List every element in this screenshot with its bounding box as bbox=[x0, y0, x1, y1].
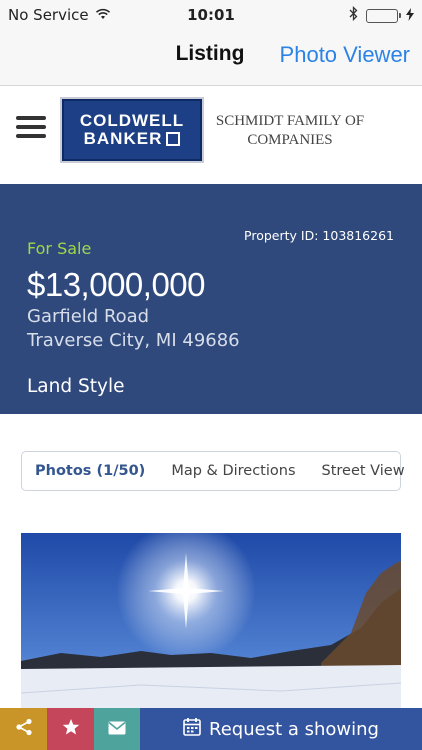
share-button[interactable] bbox=[0, 708, 47, 750]
logo-line-1: COLDWELL bbox=[79, 111, 185, 130]
email-button[interactable] bbox=[94, 708, 140, 750]
tab-photos[interactable]: Photos (1/50) bbox=[22, 452, 158, 490]
status-right bbox=[349, 5, 414, 25]
street-address: Garfield Road bbox=[27, 306, 150, 327]
status-bar: No Service 10:01 bbox=[0, 0, 422, 30]
star-icon bbox=[62, 718, 80, 740]
logo-mark-icon bbox=[166, 132, 181, 146]
share-icon bbox=[15, 718, 33, 740]
favorite-button[interactable] bbox=[47, 708, 94, 750]
request-showing-label: Request a showing bbox=[209, 718, 379, 740]
tab-street-view[interactable]: Street View bbox=[309, 452, 418, 490]
property-id: Property ID: 103816261 bbox=[244, 228, 394, 243]
charging-icon bbox=[406, 7, 414, 25]
site-header: COLDWELL BANKER SCHMIDT FAMILY OF COMPAN… bbox=[0, 86, 422, 184]
photo-viewer-button[interactable]: Photo Viewer bbox=[280, 42, 410, 68]
request-showing-button[interactable]: Request a showing bbox=[140, 708, 422, 750]
calendar-icon bbox=[183, 717, 201, 741]
city-state-zip: Traverse City, MI 49686 bbox=[27, 330, 240, 351]
listing-hero: Property ID: 103816261 For Sale $13,000,… bbox=[0, 184, 422, 414]
hamburger-icon[interactable] bbox=[16, 116, 46, 140]
nav-title: Listing bbox=[175, 42, 245, 65]
bottom-action-bar: Request a showing bbox=[0, 708, 422, 750]
listing-photo[interactable] bbox=[21, 533, 401, 708]
property-style: Land Style bbox=[27, 376, 125, 397]
tab-map-directions[interactable]: Map & Directions bbox=[158, 452, 308, 490]
company-name: SCHMIDT FAMILY OF COMPANIES bbox=[215, 113, 365, 148]
brand-logo: COLDWELL BANKER bbox=[62, 99, 202, 161]
logo-line-2-wrap: BANKER bbox=[84, 130, 181, 148]
listing-price: $13,000,000 bbox=[27, 266, 206, 303]
nav-bar: Listing Photo Viewer bbox=[0, 30, 422, 86]
logo-line-2: BANKER bbox=[83, 129, 163, 148]
media-tabs: Photos (1/50) Map & Directions Street Vi… bbox=[21, 451, 405, 491]
mail-icon bbox=[108, 720, 126, 739]
battery-icon bbox=[366, 8, 401, 23]
sale-status: For Sale bbox=[27, 239, 92, 258]
bluetooth-icon bbox=[349, 5, 358, 25]
